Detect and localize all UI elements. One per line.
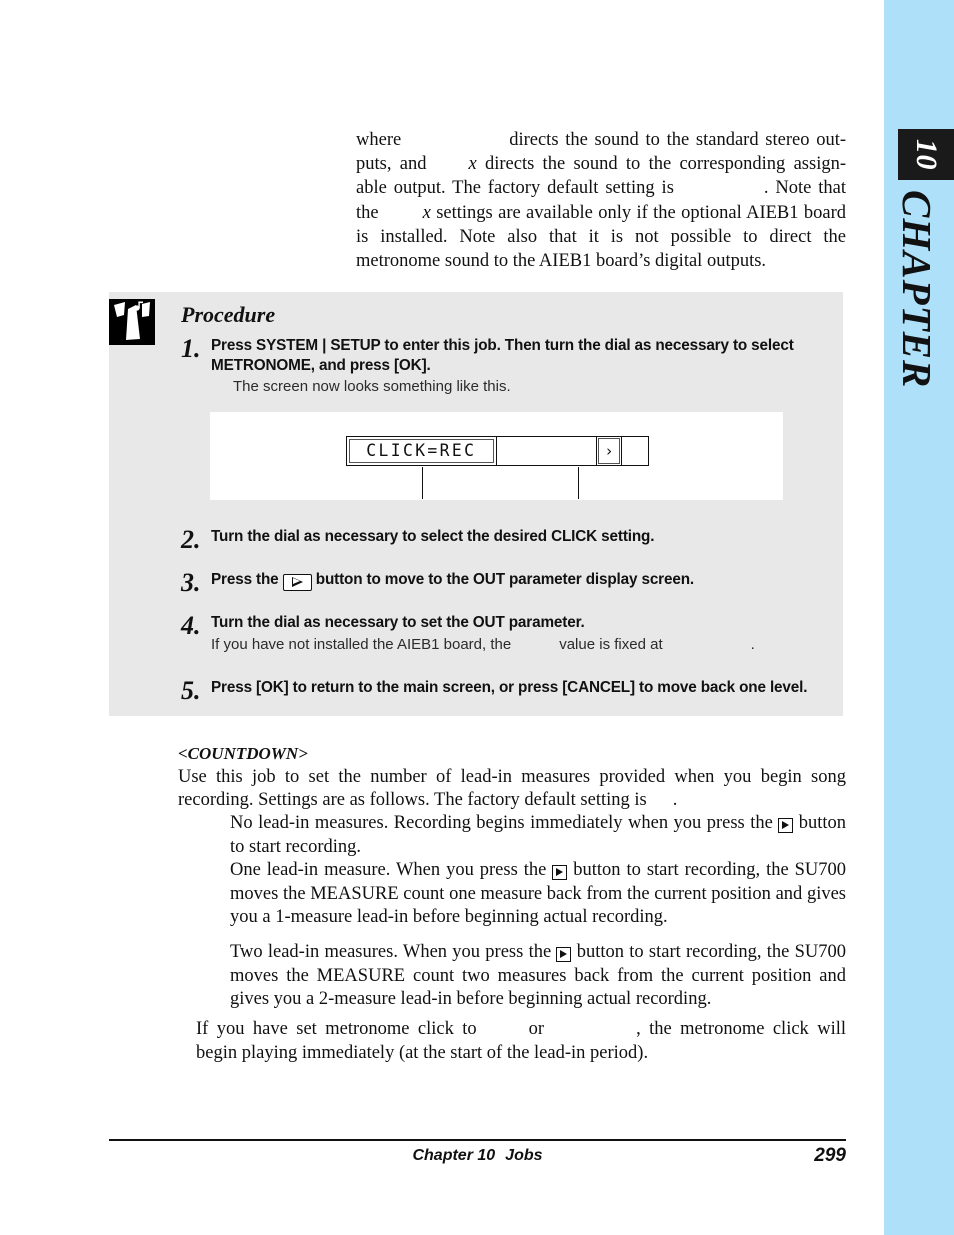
countdown-closing-or: or	[528, 1019, 545, 1039]
countdown-item-text-a: Two lead-in measures. When you press the	[230, 942, 552, 962]
lcd-strip: CLICK=REC ›	[346, 436, 649, 466]
countdown-closing: If you have set metronome click to or, th…	[196, 1018, 846, 1065]
step-number: 1.	[181, 334, 201, 363]
countdown-item-1: One lead-in measure. When you press the …	[230, 859, 846, 930]
step-title: Turn the dial as necessary to select the…	[211, 528, 655, 545]
intro-line1-a: where	[356, 130, 402, 150]
document-page: 10 CHAPTER where directs the sound to the…	[0, 0, 954, 1235]
procedure-step-1: 1. Press SYSTEM | SETUP to enter this jo…	[181, 336, 841, 397]
procedure-step-5: 5. Press [OK] to return to the main scre…	[181, 678, 851, 704]
step4-sub-c: .	[750, 635, 755, 653]
lcd-empty-cell	[497, 437, 597, 465]
leader-line-left	[422, 467, 423, 499]
countdown-item-text-a: One lead-in measure. When you press the	[230, 860, 547, 880]
cursor-right-button-icon[interactable]	[282, 574, 312, 591]
countdown-intro: Use this job to set the number of lead-i…	[178, 766, 846, 812]
step4-sub-b: value is fixed at	[559, 635, 663, 653]
step3-text-b: button to move to the OUT parameter disp…	[315, 571, 694, 588]
leader-line-right	[578, 467, 579, 499]
play-button-icon[interactable]	[552, 865, 568, 880]
step-number: 4.	[181, 611, 201, 640]
intro-line6: metronome sound to the AIEB1 board’s dig…	[356, 251, 767, 272]
countdown-closing-a: If you have set metronome click to	[196, 1019, 477, 1039]
countdown-item-text-a: No lead-in measures. Recording begins im…	[230, 813, 773, 833]
chapter-word: CHAPTER	[894, 190, 940, 389]
intro-line2-a: puts, and	[356, 154, 427, 175]
procedure-step-2: 2. Turn the dial as necessary to select …	[181, 527, 841, 553]
step-subtext: If you have not installed the AIEB1 boar…	[211, 635, 841, 655]
intro-line3-b: . Note that	[763, 178, 847, 199]
play-button-icon[interactable]	[556, 947, 572, 962]
lcd-label-cell: CLICK=REC	[347, 437, 497, 465]
lcd-display-text: CLICK=REC	[366, 441, 477, 461]
intro-line4-a: the	[356, 202, 379, 223]
footer-divider	[109, 1139, 846, 1141]
footer-section: Jobs	[505, 1147, 543, 1164]
intro-line4-b: settings are available only if the optio…	[436, 202, 799, 223]
metronome-note-icon	[109, 299, 155, 345]
step-title: Press the button to move to the OUT para…	[211, 570, 841, 591]
lcd-arrow-cell: ›	[597, 437, 622, 465]
procedure-step-3: 3. Press the button to move to the OUT p…	[181, 570, 841, 596]
intro-line4-italic: x	[422, 202, 431, 223]
countdown-item-0: No lead-in measures. Recording begins im…	[230, 812, 846, 859]
countdown-item-2: Two lead-in measures. When you press the…	[230, 941, 846, 1012]
procedure-heading: Procedure	[181, 302, 276, 327]
intro-line3-a: able output. The factory default setting…	[356, 178, 674, 199]
step3-text-a: Press the	[211, 571, 279, 588]
intro-line2-italic: x	[468, 154, 477, 175]
countdown-heading: <COUNTDOWN>	[178, 744, 308, 763]
lcd-arrow-glyph: ›	[604, 442, 614, 460]
step-title: Turn the dial as necessary to set the OU…	[211, 614, 585, 631]
step-number: 2.	[181, 525, 201, 554]
chapter-number: 10	[910, 139, 943, 170]
lcd-tail-cell	[622, 437, 648, 465]
lcd-screen-figure: CLICK=REC ›	[210, 412, 783, 500]
footer-chapter-label: Chapter 10 Jobs	[109, 1147, 846, 1165]
procedure-step-4: 4. Turn the dial as necessary to set the…	[181, 613, 841, 655]
step-number: 3.	[181, 568, 201, 597]
footer-chapter: Chapter 10	[412, 1147, 496, 1164]
countdown-intro-a: Use this job to set the number of lead-i…	[178, 767, 846, 810]
step-subtext: The screen now looks something like this…	[233, 378, 511, 395]
intro-paragraph: where directs the sound to the standard s…	[356, 128, 846, 273]
intro-line2-b: directs the sound to the corresponding a…	[484, 154, 846, 175]
chapter-tab: 10 CHAPTER	[884, 0, 954, 1235]
step-title: Press SYSTEM | SETUP to enter this job. …	[211, 337, 794, 374]
footer-page-number: 299	[814, 1145, 846, 1166]
chapter-number-box: 10	[898, 129, 954, 180]
intro-line1-b: directs the sound to the standard stereo…	[509, 130, 846, 150]
step-title: Press [OK] to return to the main screen,…	[211, 679, 808, 696]
countdown-intro-b: .	[672, 790, 678, 810]
play-button-icon[interactable]	[778, 818, 794, 833]
step4-sub-a: If you have not installed the AIEB1 boar…	[211, 635, 512, 653]
step-number: 5.	[181, 676, 201, 705]
